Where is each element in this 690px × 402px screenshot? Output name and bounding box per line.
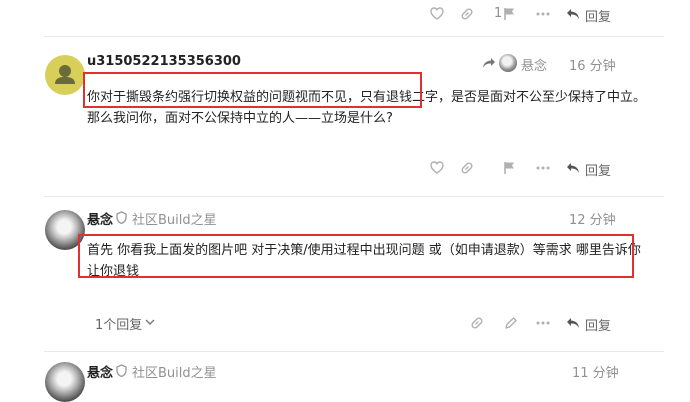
- chevron-down-icon: [145, 319, 155, 325]
- shield-icon: [116, 211, 127, 224]
- user-badge[interactable]: 社区Build之星: [132, 362, 217, 381]
- reply-label: 回复: [585, 319, 612, 334]
- post-actions: 回复: [460, 313, 620, 334]
- highlight-box: [83, 72, 422, 108]
- avatar[interactable]: [45, 55, 85, 95]
- link-icon[interactable]: [470, 316, 484, 330]
- share-arrow-icon: [483, 58, 495, 68]
- highlight-box: [78, 234, 634, 278]
- avatar[interactable]: [45, 362, 85, 402]
- link-icon[interactable]: [460, 7, 474, 21]
- user-badge[interactable]: 社区Build之星: [132, 209, 217, 228]
- post-divider: [44, 351, 664, 352]
- reply-to-username: 悬念: [521, 59, 548, 74]
- more-icon[interactable]: [536, 166, 550, 170]
- reply-arrow-icon: [567, 163, 579, 173]
- reply-label: 回复: [585, 164, 612, 179]
- top-post-actions: 1 回复: [420, 4, 620, 25]
- post-divider: [44, 36, 664, 37]
- post-divider: [44, 196, 664, 197]
- link-icon[interactable]: [460, 161, 474, 175]
- flag-icon[interactable]: [504, 7, 516, 21]
- shield-icon: [116, 364, 127, 377]
- post-body-line: 那么我问你，面对不公保持中立的人——立场是什么?: [87, 111, 393, 126]
- post-time[interactable]: 16 分钟: [569, 55, 616, 74]
- reply-arrow-icon: [567, 318, 579, 328]
- pencil-icon[interactable]: [504, 316, 518, 330]
- heart-icon[interactable]: [430, 161, 444, 174]
- post-username[interactable]: 悬念: [87, 362, 113, 381]
- reply-to-indicator[interactable]: 悬念: [482, 53, 552, 74]
- user-placeholder-icon: [55, 65, 75, 84]
- heart-icon[interactable]: [430, 7, 444, 20]
- more-icon[interactable]: [536, 321, 550, 325]
- post-time[interactable]: 11 分钟: [572, 362, 619, 381]
- more-icon[interactable]: [536, 12, 550, 16]
- reply-arrow-icon: [567, 9, 579, 19]
- post-actions: 回复: [420, 158, 620, 179]
- flag-icon[interactable]: [504, 161, 516, 175]
- reply-to-avatar: [499, 54, 517, 72]
- replies-toggle-label: 1个回复: [95, 318, 143, 333]
- post-username[interactable]: u3150522135356300: [87, 54, 241, 69]
- post-time[interactable]: 12 分钟: [569, 209, 616, 228]
- reply-label: 回复: [585, 10, 612, 25]
- post-username[interactable]: 悬念: [87, 209, 113, 228]
- flag-count: 1: [494, 6, 503, 21]
